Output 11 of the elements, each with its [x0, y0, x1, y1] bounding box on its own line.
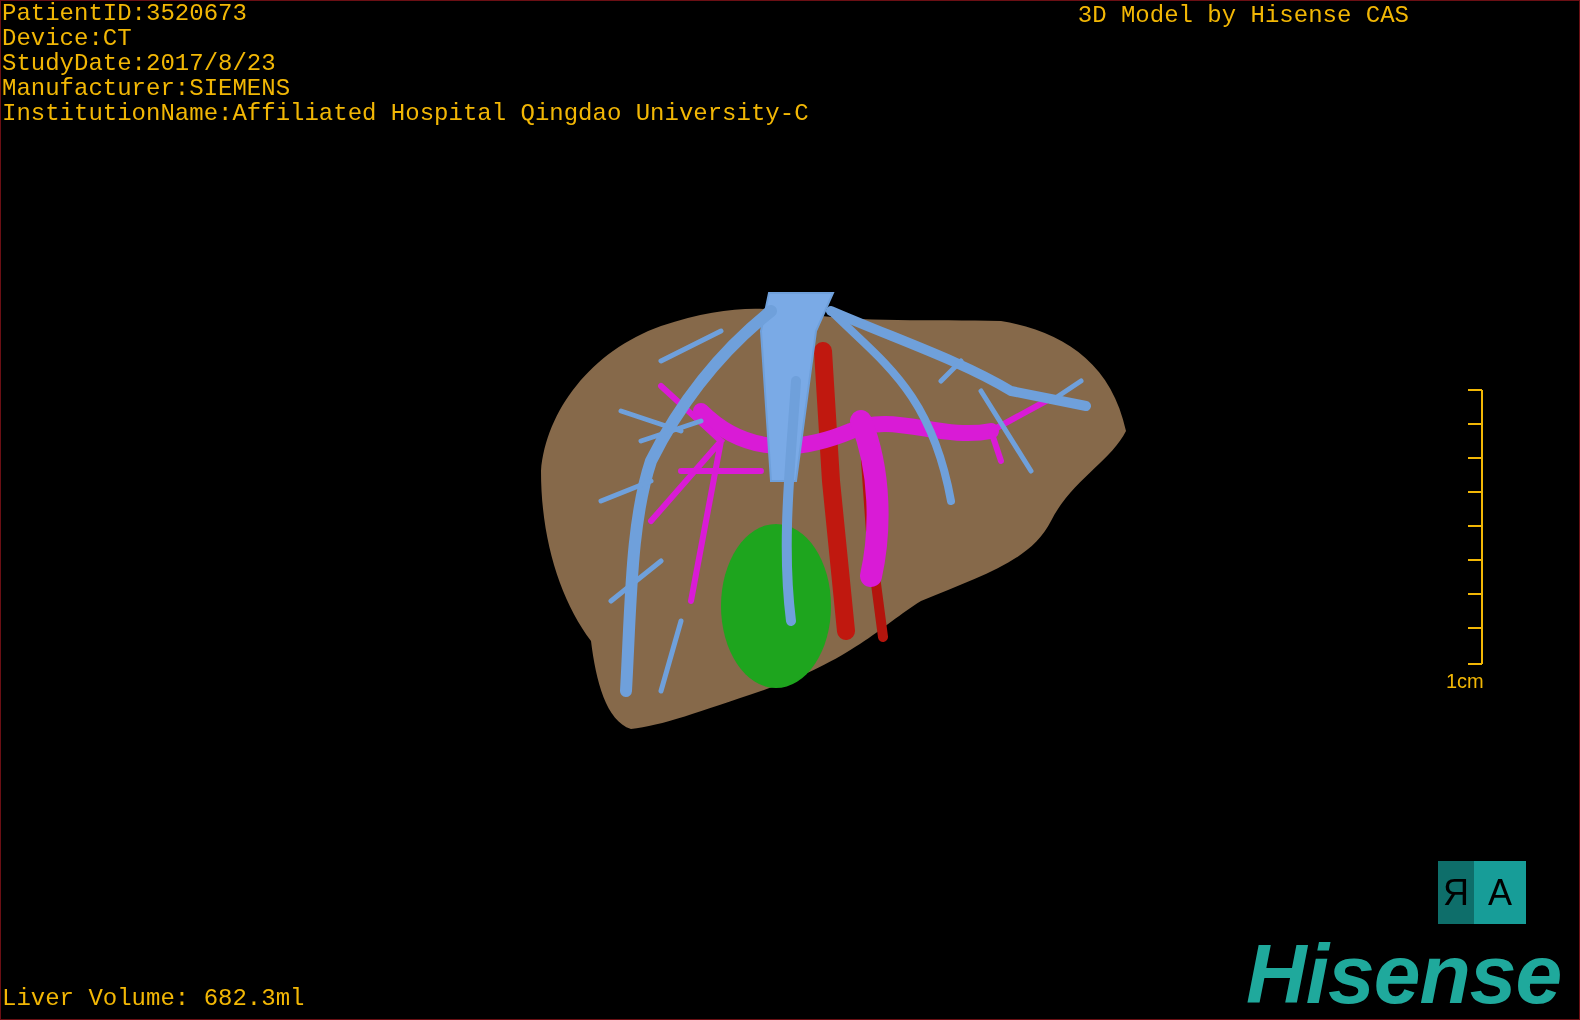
- viewer-title: 3D Model by Hisense CAS: [1077, 1, 1409, 31]
- info-line: InstitutionName:Affiliated Hospital Qingdao University-C: [2, 101, 809, 126]
- cube-face: R: [1438, 861, 1474, 924]
- info-line: Manufacturer:SIEMENS: [2, 76, 292, 101]
- scale-label: 1cm: [1446, 669, 1484, 693]
- liver-volume: Liver Volume: 682.3ml: [2, 984, 305, 1014]
- cube-face: A: [1474, 861, 1526, 924]
- hisense-logo: Hisense: [1246, 929, 1562, 1019]
- info-line: StudyDate:2017/8/23: [2, 51, 277, 76]
- info-line: Device:CT: [2, 26, 133, 51]
- info-line: PatientID:3520673: [2, 1, 248, 26]
